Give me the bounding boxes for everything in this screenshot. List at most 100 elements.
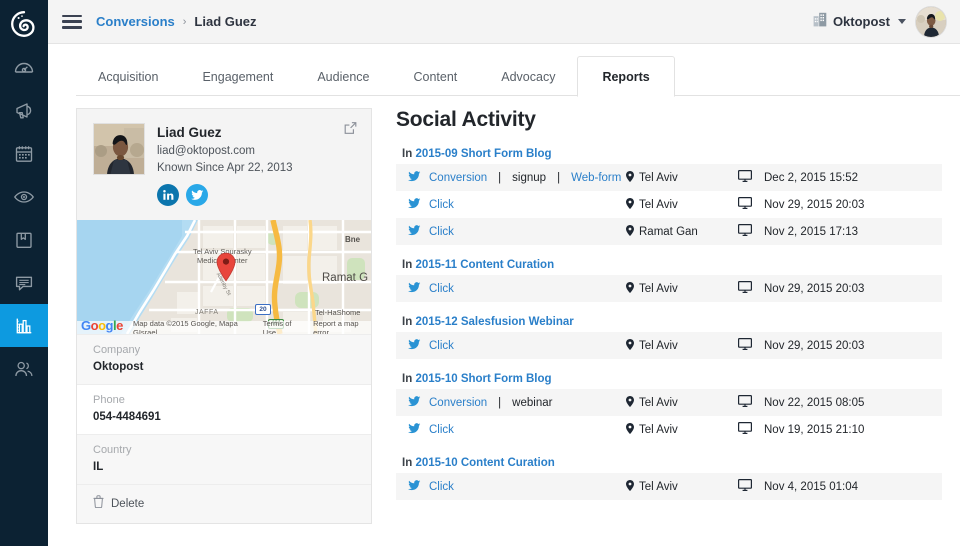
- hamburger-menu-icon[interactable]: [62, 14, 82, 29]
- sidebar-item-dashboard[interactable]: [0, 46, 48, 89]
- action-separator: |: [557, 171, 561, 184]
- activity-target[interactable]: Web-form: [571, 172, 621, 184]
- map-route-shield-20: 20: [255, 304, 271, 315]
- desktop-monitor-icon: [738, 422, 753, 437]
- building-icon: [813, 12, 827, 32]
- activity-action-cell: Conversion | webinar: [396, 395, 626, 410]
- contact-email: liad@oktopost.com: [157, 145, 255, 157]
- activity-date: Nov 4, 2015 01:04: [764, 480, 858, 493]
- group-in-word: In: [402, 148, 413, 160]
- contact-location-map[interactable]: Tel Aviv Sourasky Medical Center Bne Ram…: [77, 220, 371, 334]
- sidebar-item-calendar[interactable]: [0, 132, 48, 175]
- activity-action[interactable]: Click: [429, 226, 454, 238]
- sidebar-item-messages[interactable]: [0, 261, 48, 304]
- desktop-monitor-icon: [738, 197, 753, 212]
- activity-date: Nov 29, 2015 20:03: [764, 198, 865, 211]
- detail-label: Company: [93, 344, 141, 356]
- activity-action-cell: Click: [396, 422, 626, 437]
- activity-location: Tel Aviv: [639, 423, 678, 436]
- activity-location: Tel Aviv: [639, 282, 678, 295]
- map-report-error-link[interactable]: Report a map error: [313, 319, 371, 335]
- activity-action[interactable]: Click: [429, 340, 454, 352]
- twitter-icon: [408, 338, 421, 353]
- contact-details: Liad Guez liad@oktopost.com Known Since …: [157, 123, 293, 206]
- sidebar-item-advocates[interactable]: [0, 347, 48, 390]
- table-row[interactable]: Conversion | webinar Tel Aviv Nov 22, 20…: [396, 389, 942, 416]
- delete-label: Delete: [111, 498, 145, 510]
- activity-device-cell: [738, 422, 764, 437]
- tab-reports[interactable]: Reports: [577, 55, 675, 97]
- detail-label: Country: [93, 444, 132, 456]
- top-bar: Conversions › Liad Guez Oktopost: [48, 0, 960, 44]
- activity-action[interactable]: Conversion: [429, 397, 487, 409]
- activity-group-header: In 2015-11 Content Curation: [402, 259, 942, 271]
- breadcrumb-current: Liad Guez: [194, 14, 257, 29]
- activity-action[interactable]: Click: [429, 283, 454, 295]
- map-pin-icon: [626, 281, 634, 296]
- table-row[interactable]: Click Tel Aviv: [396, 275, 942, 302]
- activity-group: In 2015-12 Salesfusion Webinar Click Tel…: [396, 316, 942, 359]
- activity-action[interactable]: Conversion: [429, 172, 487, 184]
- contact-profile-header: Liad Guez liad@oktopost.com Known Since …: [77, 109, 371, 220]
- tab-audience[interactable]: Audience: [295, 70, 391, 97]
- campaign-link[interactable]: 2015-09 Short Form Blog: [415, 148, 551, 160]
- campaign-link[interactable]: 2015-10 Short Form Blog: [415, 373, 551, 385]
- external-link-icon[interactable]: [344, 122, 357, 140]
- group-in-word: In: [402, 316, 413, 328]
- activity-action[interactable]: Click: [429, 424, 454, 436]
- campaign-link[interactable]: 2015-11 Content Curation: [415, 259, 554, 271]
- desktop-monitor-icon: [738, 170, 753, 185]
- linkedin-icon[interactable]: [157, 184, 179, 206]
- activity-device-cell: [738, 338, 764, 353]
- activity-action[interactable]: Click: [429, 199, 454, 211]
- activity-action-cell: Click: [396, 281, 626, 296]
- avatar[interactable]: [916, 6, 946, 37]
- detail-value: IL: [93, 461, 104, 473]
- action-separator: |: [498, 171, 502, 184]
- table-row[interactable]: Conversion | signup | Web-form Tel Aviv: [396, 164, 942, 191]
- tab-acquisition[interactable]: Acquisition: [76, 70, 180, 97]
- sidebar-item-monitoring[interactable]: [0, 175, 48, 218]
- activity-action-cell: Click: [396, 197, 626, 212]
- activity-location-cell: Tel Aviv: [626, 422, 738, 437]
- map-terms-link[interactable]: Terms of Use: [263, 319, 303, 335]
- twitter-icon: [408, 197, 421, 212]
- activity-action[interactable]: Click: [429, 481, 454, 493]
- activity-action-cell: Click: [396, 338, 626, 353]
- twitter-icon[interactable]: [186, 184, 208, 206]
- megaphone-icon: [13, 100, 35, 122]
- map-pin-icon: [626, 197, 634, 212]
- campaign-link[interactable]: 2015-10 Content Curation: [415, 457, 554, 469]
- activity-device-cell: [738, 197, 764, 212]
- activity-location: Tel Aviv: [639, 198, 678, 211]
- sidebar-item-library[interactable]: [0, 218, 48, 261]
- table-row[interactable]: Click Tel Aviv: [396, 332, 942, 359]
- org-switcher[interactable]: Oktopost: [813, 12, 906, 32]
- oktopost-spiral-logo-icon[interactable]: [0, 2, 48, 46]
- table-row[interactable]: Click Tel Aviv: [396, 416, 942, 443]
- activity-location-cell: Tel Aviv: [626, 281, 738, 296]
- breadcrumb-link-conversions[interactable]: Conversions: [96, 14, 175, 29]
- contact-name: Liad Guez: [157, 125, 222, 140]
- activity-date: Nov 29, 2015 20:03: [764, 339, 865, 352]
- dashboard-gauge-icon: [13, 57, 35, 79]
- table-row[interactable]: Click Tel Aviv: [396, 191, 942, 218]
- tab-content[interactable]: Content: [391, 70, 479, 97]
- campaign-link[interactable]: 2015-12 Salesfusion Webinar: [415, 316, 573, 328]
- group-in-word: In: [402, 373, 413, 385]
- table-row[interactable]: Click Ramat Gan Nov 2, 2015 17:13: [396, 218, 942, 245]
- sidebar-item-analytics[interactable]: [0, 304, 48, 347]
- activity-group: In 2015-09 Short Form Blog Conversion | …: [396, 148, 942, 245]
- primary-nav-rail: [0, 0, 48, 546]
- activity-date: Nov 19, 2015 21:10: [764, 423, 865, 436]
- map-pin-icon: [626, 395, 634, 410]
- activity-device-cell: [738, 170, 764, 185]
- sidebar-item-campaigns[interactable]: [0, 89, 48, 132]
- table-row[interactable]: Click Tel Aviv: [396, 473, 942, 500]
- delete-button[interactable]: Delete: [77, 484, 371, 523]
- activity-location-cell: Tel Aviv: [626, 170, 738, 185]
- tab-advocacy[interactable]: Advocacy: [479, 70, 577, 97]
- tab-engagement[interactable]: Engagement: [180, 70, 295, 97]
- chat-bubble-icon: [13, 272, 35, 294]
- map-pin-icon: [626, 479, 634, 494]
